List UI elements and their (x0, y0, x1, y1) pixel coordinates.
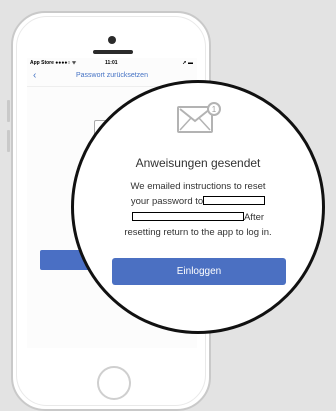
battery-indicator: ➚ ▬ (182, 60, 193, 66)
volume-button (7, 130, 10, 152)
instruction-line: After (74, 211, 322, 224)
heading: Anweisungen gesendet (135, 156, 261, 170)
status-bar: App Store ●●●●○ ᯤ 11:01 ➚ ▬ (27, 58, 197, 68)
notification-badge: 1 (207, 102, 221, 116)
instruction-line: resetting return to the app to log in. (124, 227, 272, 238)
instruction-line: your password to (74, 195, 322, 208)
front-camera (108, 36, 116, 44)
instruction-line: We emailed instructions to reset (130, 181, 266, 192)
login-button[interactable]: Einloggen (112, 258, 286, 285)
redacted-email-box (203, 196, 266, 205)
instruction-text: your password to (130, 196, 204, 207)
redacted-email-box (131, 212, 244, 221)
page-title: Passwort zurücksetzen (76, 72, 148, 79)
home-button[interactable] (97, 366, 131, 400)
magnifier-callout: 1 Anweisungen gesendet We emailed instru… (71, 80, 325, 334)
status-time: 11:01 (105, 60, 118, 66)
envelope-icon: 1 (177, 102, 221, 136)
earpiece-speaker (93, 50, 133, 54)
carrier-signal: App Store ●●●●○ ᯤ (30, 60, 77, 66)
instruction-text: After (243, 212, 265, 223)
volume-button (7, 100, 10, 122)
